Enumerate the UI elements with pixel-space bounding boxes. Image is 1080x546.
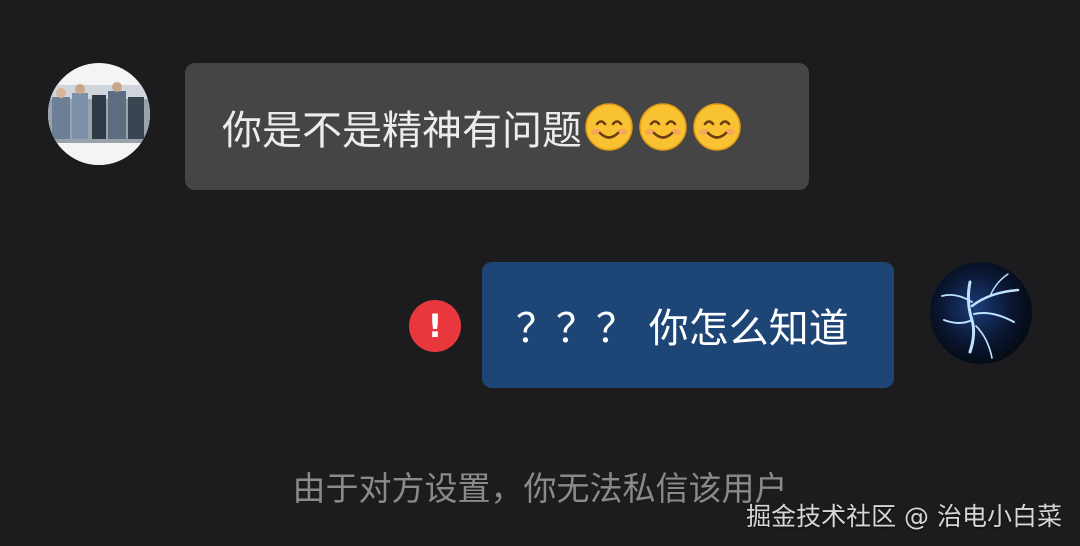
smiling-face-emoji: [692, 102, 742, 152]
incoming-message-bubble[interactable]: 你是不是精神有问题: [185, 63, 809, 190]
smiling-face-emoji: [638, 102, 688, 152]
watermark: 掘金技术社区 @ 治电小白菜: [746, 502, 1062, 531]
incoming-message-text: 你是不是精神有问题: [222, 107, 582, 154]
exclamation-mark: !: [427, 307, 443, 345]
contact-avatar[interactable]: [48, 63, 150, 165]
outgoing-message-bubble[interactable]: ？？？ 你怎么知道: [482, 262, 894, 388]
outgoing-message-text: ？？？ 你怎么知道: [516, 306, 849, 352]
send-failed-icon[interactable]: !: [409, 300, 461, 352]
my-avatar[interactable]: [930, 262, 1032, 364]
emoji-group: [584, 102, 742, 152]
smiling-face-emoji: [584, 102, 634, 152]
